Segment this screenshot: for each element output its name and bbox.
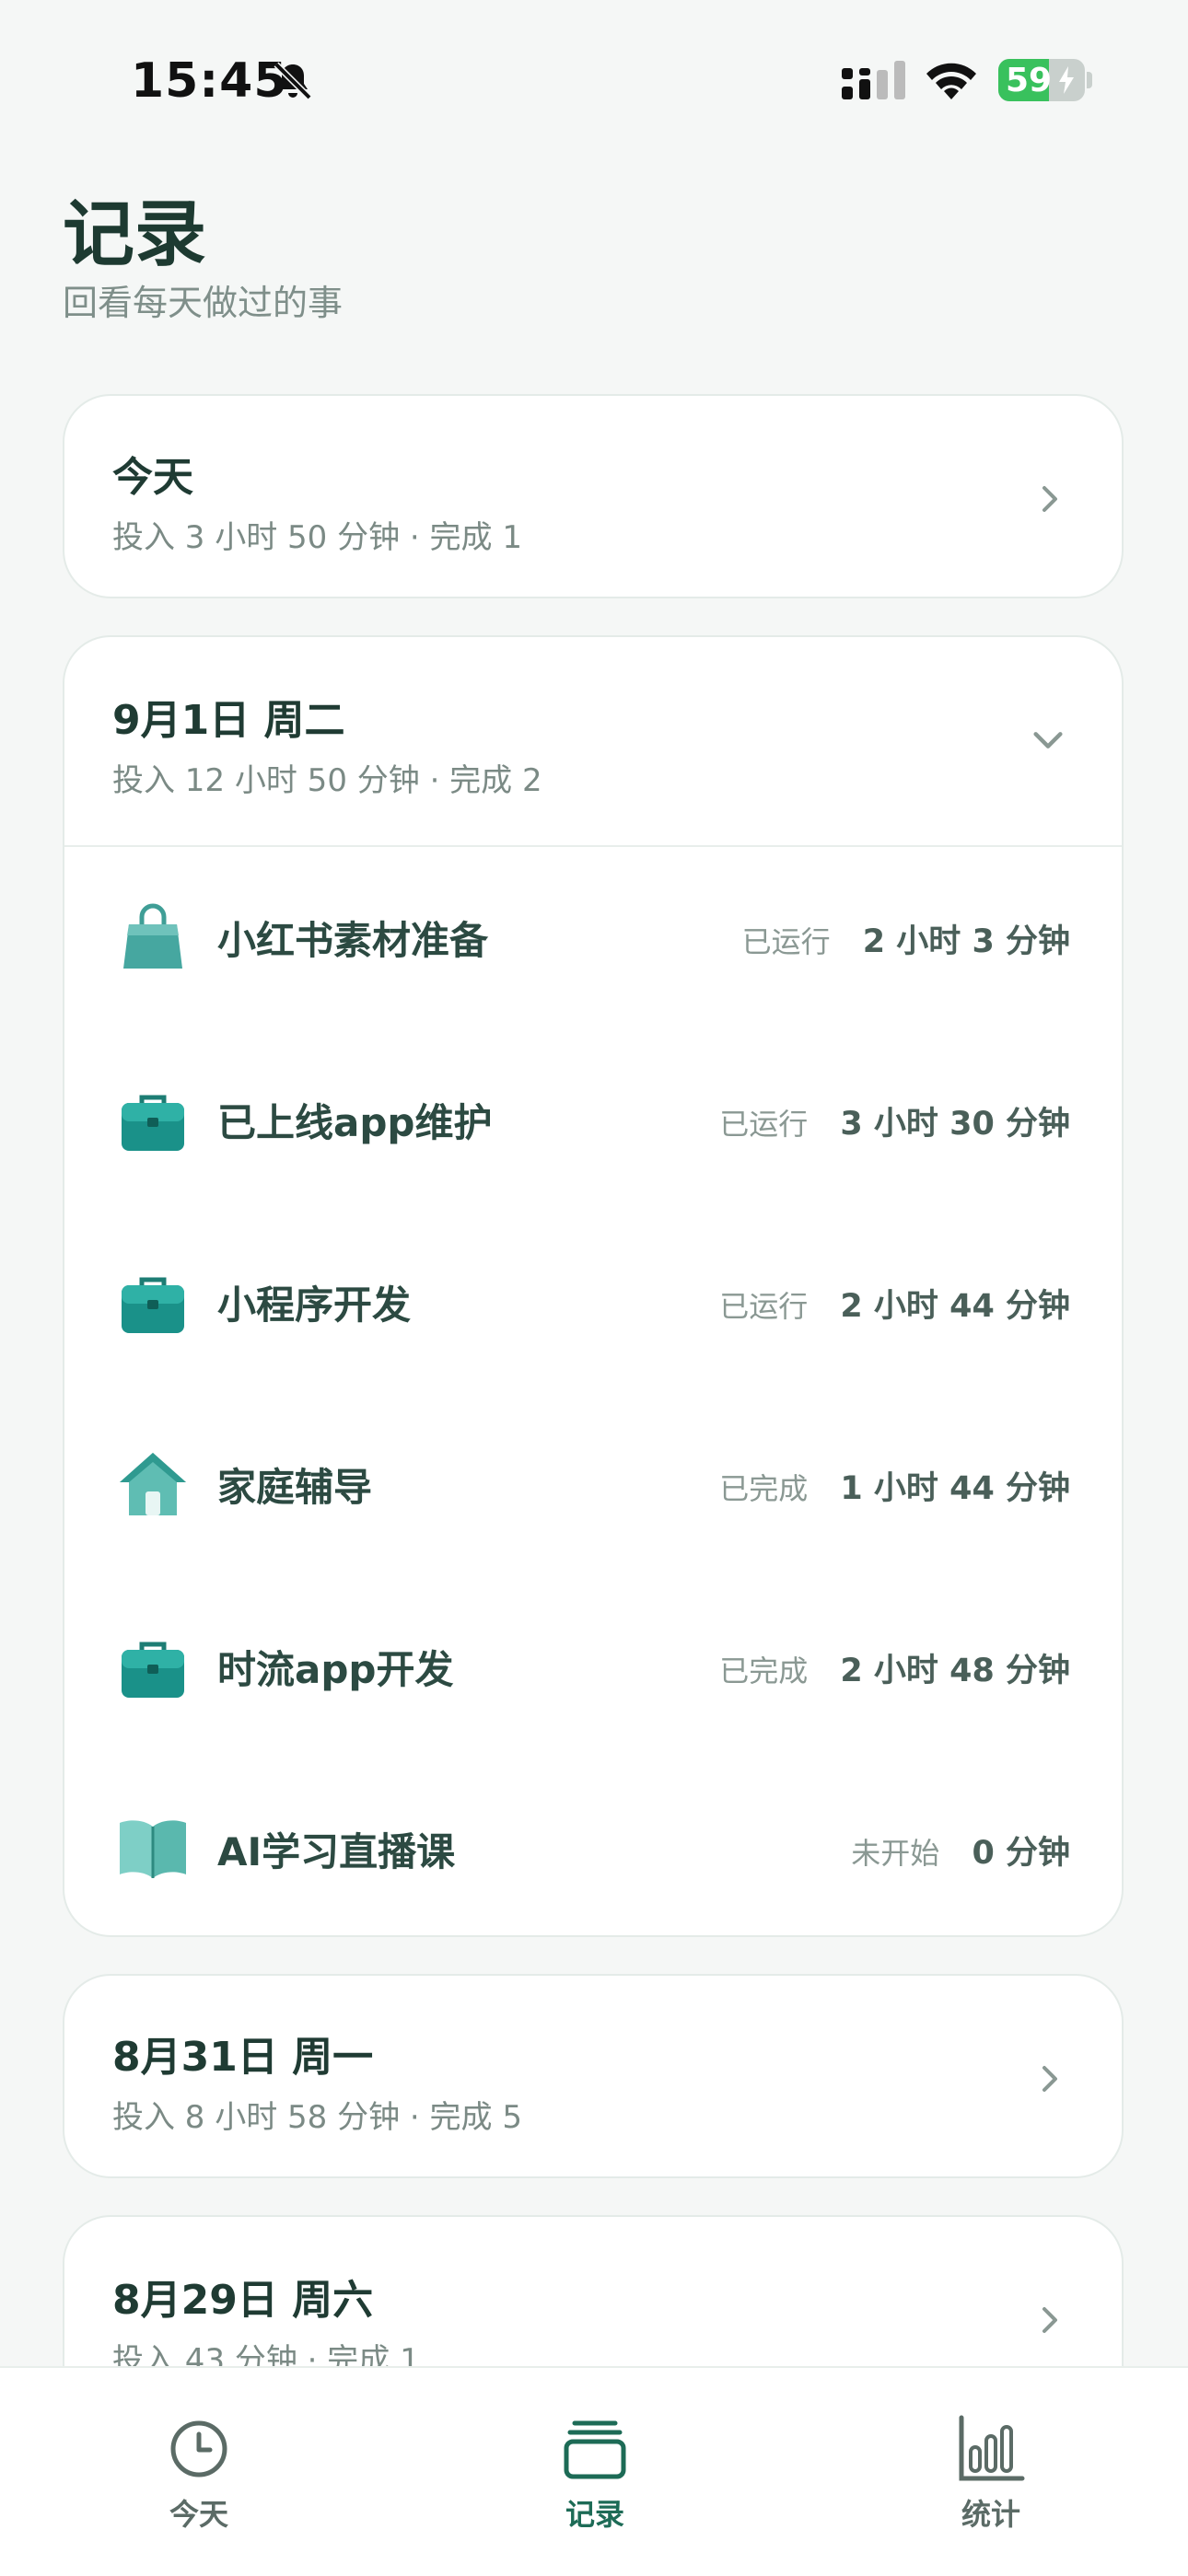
task-duration: 1 小时 44 分钟 xyxy=(840,1470,1070,1507)
tab-stats[interactable]: 统计 xyxy=(899,2414,1083,2534)
status-time: 15:45 xyxy=(131,53,288,109)
task-meta: 已运行 3 小时 30 分钟 xyxy=(719,1097,1070,1144)
chevron-right-icon xyxy=(1042,2307,1057,2333)
task-name: 家庭辅导 xyxy=(217,1465,373,1510)
task-name: 时流app开发 xyxy=(217,1647,454,1692)
task-row[interactable]: 小红书素材准备 已运行 2 小时 3 分钟 xyxy=(64,893,1122,976)
wifi-icon xyxy=(926,63,976,99)
card-divider xyxy=(64,845,1122,847)
task-row[interactable]: 已上线app维护 已运行 3 小时 30 分钟 xyxy=(64,1075,1122,1158)
task-row[interactable]: 家庭辅导 已完成 1 小时 44 分钟 xyxy=(64,1440,1122,1523)
task-meta: 未开始 0 分钟 xyxy=(851,1827,1070,1874)
day-card-today[interactable]: 今天 投入 3 小时 50 分钟 · 完成 1 xyxy=(63,394,1124,598)
day-summary: 投入 3 小时 50 分钟 · 完成 1 xyxy=(112,519,522,556)
page-title: 记录 xyxy=(63,193,207,276)
task-duration: 2 小时 3 分钟 xyxy=(862,923,1070,960)
task-meta: 已完成 2 小时 48 分钟 xyxy=(719,1644,1070,1691)
briefcase-icon xyxy=(122,1642,184,1698)
task-duration: 0 分钟 xyxy=(972,1835,1070,1872)
task-meta: 已完成 1 小时 44 分钟 xyxy=(719,1462,1070,1509)
task-duration: 2 小时 48 分钟 xyxy=(840,1653,1070,1689)
day-title: 今天 xyxy=(112,454,193,501)
briefcase-icon xyxy=(122,1277,184,1333)
task-status: 已运行 xyxy=(741,924,831,959)
day-title: 8月29日 周六 xyxy=(112,2277,374,2324)
battery-percent: 59 xyxy=(1006,62,1053,99)
battery-tip xyxy=(1087,72,1092,88)
tab-label: 今天 xyxy=(169,2497,228,2532)
tab-label: 记录 xyxy=(565,2497,624,2532)
task-status: 未开始 xyxy=(851,1836,940,1871)
day-title: 8月31日 周一 xyxy=(112,2034,374,2081)
task-status: 已完成 xyxy=(719,1471,809,1506)
task-name: AI学习直播课 xyxy=(217,1829,456,1874)
chevron-right-icon xyxy=(1042,486,1057,512)
house-icon xyxy=(120,1453,186,1515)
shopping-bag-icon xyxy=(123,903,182,969)
charging-bolt-icon xyxy=(1059,66,1074,94)
day-summary: 投入 8 小时 58 分钟 · 完成 5 xyxy=(112,2099,522,2136)
stack-icon xyxy=(564,2420,626,2479)
task-meta: 已运行 2 小时 3 分钟 xyxy=(742,915,1070,962)
chevron-down-icon xyxy=(1033,732,1063,748)
task-status: 已运行 xyxy=(719,1107,809,1142)
task-status: 已完成 xyxy=(719,1654,809,1688)
task-name: 小红书素材准备 xyxy=(217,918,489,963)
task-duration: 2 小时 44 分钟 xyxy=(840,1288,1070,1325)
task-row[interactable]: 时流app开发 已完成 2 小时 48 分钟 xyxy=(64,1622,1122,1705)
day-title: 9月1日 周二 xyxy=(112,697,345,744)
tab-records[interactable]: 记录 xyxy=(503,2414,687,2534)
page-subtitle: 回看每天做过的事 xyxy=(63,283,344,323)
open-book-icon xyxy=(120,1820,186,1878)
task-meta: 已运行 2 小时 44 分钟 xyxy=(719,1280,1070,1327)
tab-label: 统计 xyxy=(961,2497,1020,2532)
bell-muted-icon xyxy=(274,62,312,100)
task-name: 已上线app维护 xyxy=(217,1100,493,1145)
battery-indicator: 59 xyxy=(998,59,1085,101)
task-name: 小程序开发 xyxy=(217,1282,412,1328)
day-card[interactable]: 8月31日 周一 投入 8 小时 58 分钟 · 完成 5 xyxy=(63,1974,1124,2178)
tab-today[interactable]: 今天 xyxy=(107,2414,291,2534)
day-summary: 投入 12 小时 50 分钟 · 完成 2 xyxy=(112,762,542,799)
clock-icon xyxy=(170,2420,227,2477)
chevron-right-icon xyxy=(1042,2066,1057,2092)
task-row[interactable]: 小程序开发 已运行 2 小时 44 分钟 xyxy=(64,1258,1122,1340)
day-card-expanded: 9月1日 周二 投入 12 小时 50 分钟 · 完成 2 小红书素材准备 已运… xyxy=(63,635,1124,1937)
bar-chart-icon xyxy=(959,2415,1025,2481)
cellular-signal-icon xyxy=(842,61,905,99)
task-row[interactable]: AI学习直播课 未开始 0 分钟 xyxy=(64,1804,1122,1887)
task-status: 已运行 xyxy=(719,1289,809,1324)
tab-bar: 今天 记录 统计 xyxy=(0,2366,1188,2576)
day-card-header[interactable]: 9月1日 周二 投入 12 小时 50 分钟 · 完成 2 xyxy=(64,637,1122,845)
task-duration: 3 小时 30 分钟 xyxy=(840,1106,1070,1143)
briefcase-icon xyxy=(122,1095,184,1151)
